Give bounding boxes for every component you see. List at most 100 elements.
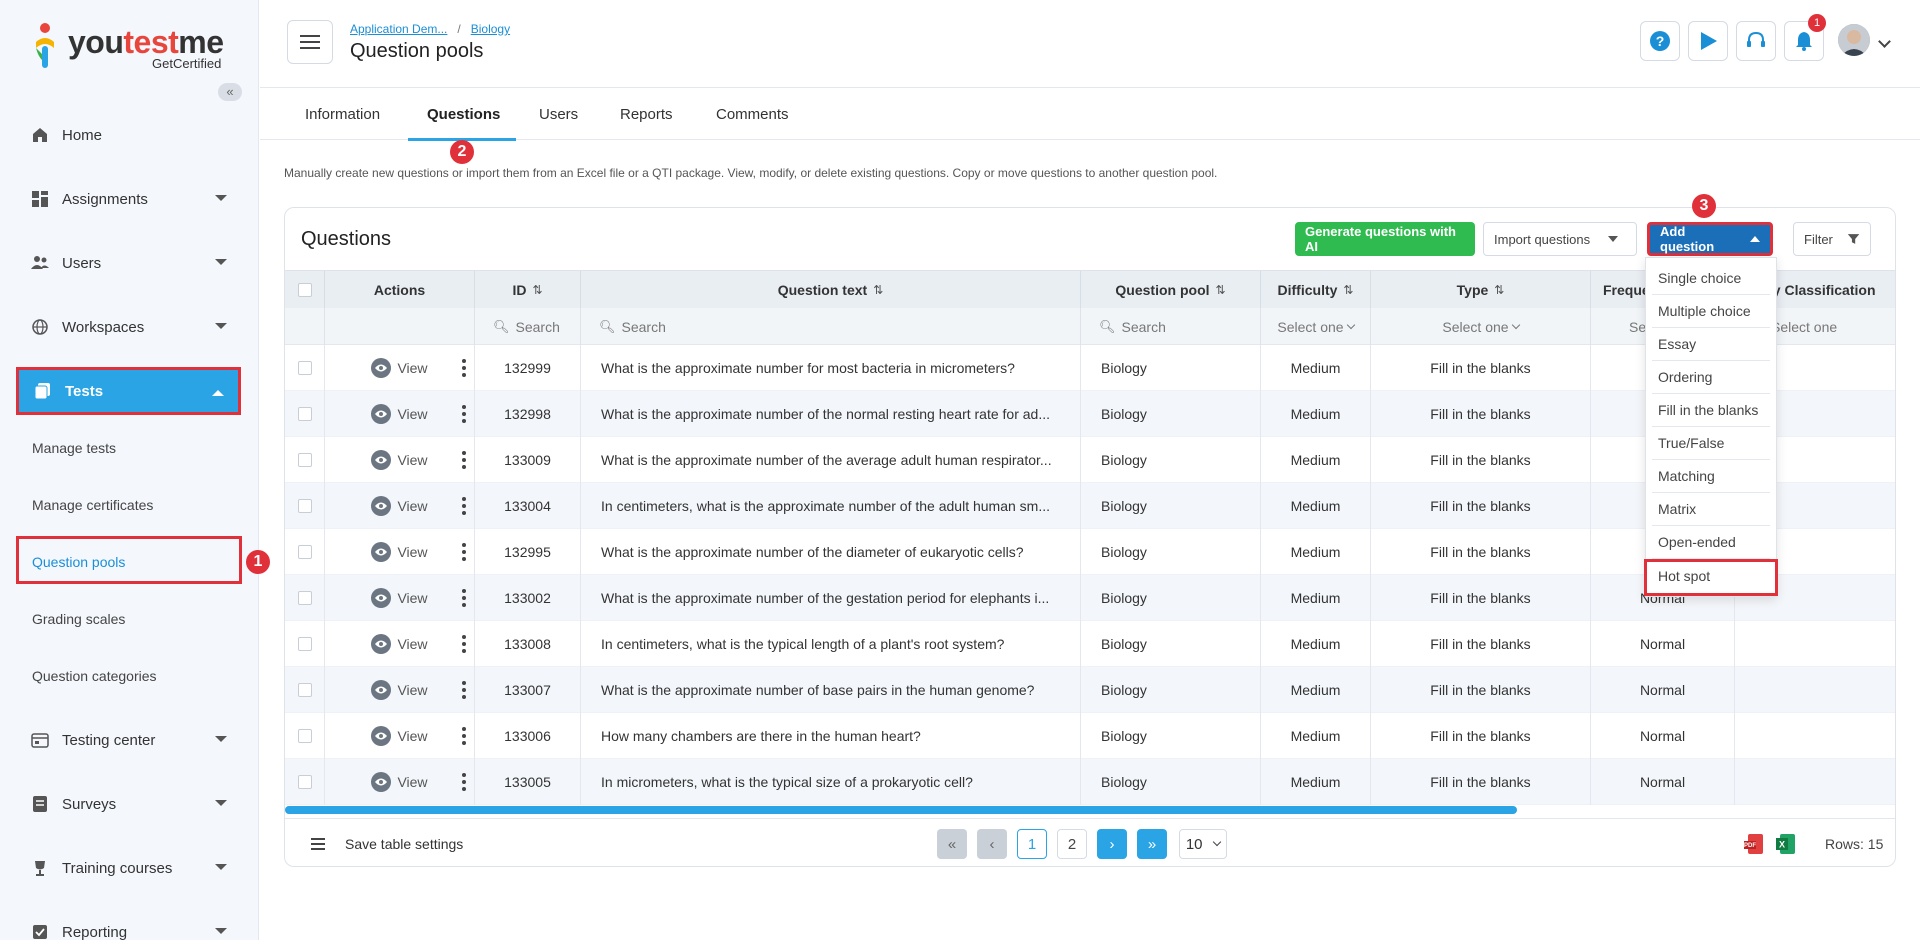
row-checkbox[interactable]: [297, 453, 312, 467]
horizontal-scrollbar[interactable]: [285, 806, 1517, 814]
sidebar-item-assignments[interactable]: Assignments: [16, 175, 241, 223]
menu-item-fill-in-the-blanks[interactable]: Fill in the blanks: [1652, 394, 1770, 427]
sidebar-subitem-manage-certificates[interactable]: Manage certificates: [32, 497, 153, 513]
export-excel-button[interactable]: X: [1775, 833, 1797, 855]
column-header-id[interactable]: ID ⇅: [475, 271, 581, 309]
view-link[interactable]: View: [397, 636, 427, 652]
more-actions-icon[interactable]: [462, 497, 466, 515]
generate-ai-button[interactable]: Generate questions with AI: [1295, 222, 1475, 256]
more-actions-icon[interactable]: [462, 451, 466, 469]
row-checkbox[interactable]: [297, 361, 312, 375]
sidebar-subitem-question-categories[interactable]: Question categories: [32, 668, 157, 684]
collapse-sidebar-button[interactable]: «: [218, 83, 242, 101]
eye-icon[interactable]: [371, 542, 392, 562]
view-link[interactable]: View: [397, 544, 427, 560]
first-page-button[interactable]: «: [937, 829, 967, 859]
logo[interactable]: youtestme GetCertified: [32, 18, 232, 74]
hamburger-menu-button[interactable]: [287, 20, 333, 64]
menu-item-essay[interactable]: Essay: [1652, 328, 1770, 361]
sidebar-item-reporting[interactable]: Reporting: [16, 908, 241, 940]
sidebar-item-workspaces[interactable]: Workspaces: [16, 303, 241, 351]
sidebar-item-home[interactable]: Home: [16, 111, 241, 159]
add-question-button[interactable]: Add question: [1647, 222, 1773, 256]
sidebar-item-tests[interactable]: Tests: [16, 367, 241, 415]
more-actions-icon[interactable]: [462, 727, 466, 745]
table-row[interactable]: View 133005 In micrometers, what is the ty…: [285, 759, 1895, 805]
view-link[interactable]: View: [397, 406, 427, 422]
last-page-button[interactable]: »: [1137, 829, 1167, 859]
help-button[interactable]: ?: [1640, 21, 1680, 61]
more-actions-icon[interactable]: [462, 589, 466, 607]
menu-item-open-ended[interactable]: Open-ended: [1652, 526, 1770, 559]
tab-users[interactable]: Users: [539, 106, 578, 123]
view-link[interactable]: View: [397, 728, 427, 744]
row-checkbox[interactable]: [297, 637, 312, 651]
sidebar-subitem-grading-scales[interactable]: Grading scales: [32, 611, 125, 627]
sidebar-subitem-manage-tests[interactable]: Manage tests: [32, 440, 116, 456]
view-link[interactable]: View: [397, 774, 427, 790]
sidebar-item-testing-center[interactable]: Testing center: [16, 716, 241, 764]
table-row[interactable]: View 133006 How many chambers are there in…: [285, 713, 1895, 759]
row-checkbox[interactable]: [297, 775, 312, 789]
table-row[interactable]: View 133008 In centimeters, what is the ty…: [285, 621, 1895, 667]
view-link[interactable]: View: [397, 452, 427, 468]
prev-page-button[interactable]: ‹: [977, 829, 1007, 859]
view-link[interactable]: View: [397, 682, 427, 698]
more-actions-icon[interactable]: [462, 543, 466, 561]
sidebar-item-surveys[interactable]: Surveys: [16, 780, 241, 828]
row-checkbox[interactable]: [297, 545, 312, 559]
page-size-select[interactable]: 10: [1179, 829, 1227, 859]
question-text-search-input[interactable]: 🔍︎ Search: [581, 308, 1081, 345]
sidebar-item-training-courses[interactable]: Training courses: [16, 844, 241, 892]
menu-item-matrix[interactable]: Matrix: [1652, 493, 1770, 526]
tab-information[interactable]: Information: [305, 106, 380, 123]
eye-icon[interactable]: [371, 634, 392, 654]
more-actions-icon[interactable]: [462, 635, 466, 653]
eye-icon[interactable]: [371, 404, 392, 424]
eye-icon[interactable]: [371, 358, 392, 378]
tab-comments[interactable]: Comments: [716, 106, 789, 123]
view-link[interactable]: View: [397, 360, 427, 376]
eye-icon[interactable]: [371, 496, 392, 516]
column-header-type[interactable]: Type ⇅: [1371, 271, 1591, 309]
eye-icon[interactable]: [371, 772, 392, 792]
eye-icon[interactable]: [371, 450, 392, 470]
save-table-settings-button[interactable]: Save table settings: [345, 836, 463, 852]
eye-icon[interactable]: [371, 726, 392, 746]
id-search-input[interactable]: 🔍︎ Search: [475, 308, 581, 345]
import-questions-button[interactable]: Import questions: [1483, 222, 1637, 256]
page-1-button[interactable]: 1: [1017, 829, 1047, 859]
tab-reports[interactable]: Reports: [620, 106, 673, 123]
view-link[interactable]: View: [397, 498, 427, 514]
table-row[interactable]: View 133007 What is the approximate number…: [285, 667, 1895, 713]
breadcrumb-link-biology[interactable]: Biology: [471, 22, 510, 36]
sidebar-item-users[interactable]: Users: [16, 239, 241, 287]
export-pdf-button[interactable]: PDF: [1743, 833, 1765, 855]
more-actions-icon[interactable]: [462, 681, 466, 699]
eye-icon[interactable]: [371, 588, 392, 608]
menu-item-ordering[interactable]: Ordering: [1652, 361, 1770, 394]
menu-item-multiple-choice[interactable]: Multiple choice: [1652, 295, 1770, 328]
row-checkbox[interactable]: [297, 591, 312, 605]
avatar[interactable]: [1838, 24, 1870, 56]
row-checkbox[interactable]: [297, 499, 312, 513]
view-link[interactable]: View: [397, 590, 427, 606]
type-select[interactable]: Select one: [1371, 308, 1591, 345]
next-page-button[interactable]: ›: [1097, 829, 1127, 859]
play-tutorial-button[interactable]: [1688, 21, 1728, 61]
menu-item-single-choice[interactable]: Single choice: [1652, 262, 1770, 295]
breadcrumb-link-application[interactable]: Application Dem...: [350, 22, 447, 36]
row-checkbox[interactable]: [297, 729, 312, 743]
select-all-checkbox[interactable]: [297, 283, 312, 297]
more-actions-icon[interactable]: [462, 773, 466, 791]
filter-button[interactable]: Filter: [1793, 222, 1871, 256]
column-header-question-pool[interactable]: Question pool ⇅: [1081, 271, 1261, 309]
column-header-difficulty[interactable]: Difficulty ⇅: [1261, 271, 1371, 309]
difficulty-select[interactable]: Select one: [1261, 308, 1371, 345]
menu-item-true-false[interactable]: True/False: [1652, 427, 1770, 460]
sidebar-subitem-question-pools[interactable]: Question pools: [32, 554, 125, 570]
question-pool-search-input[interactable]: 🔍︎ Search: [1081, 308, 1261, 345]
row-checkbox[interactable]: [297, 683, 312, 697]
row-checkbox[interactable]: [297, 407, 312, 421]
more-actions-icon[interactable]: [462, 359, 466, 377]
